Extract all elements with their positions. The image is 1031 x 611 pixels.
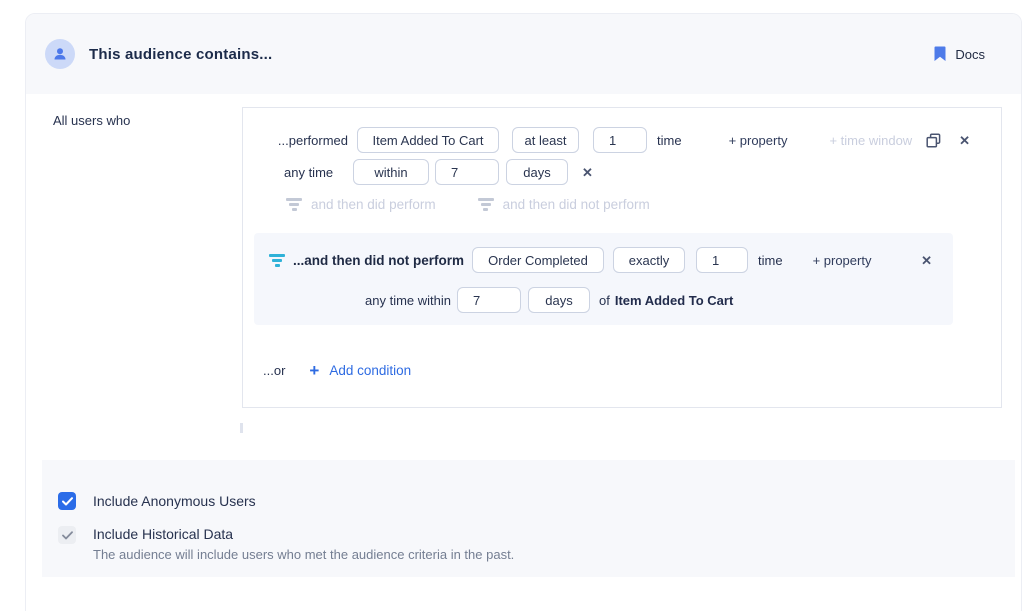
audience-builder-page: This audience contains... Docs All users…	[0, 0, 1031, 611]
subcondition-row: ...and then did not perform Order Comple…	[254, 247, 953, 273]
duplicate-button[interactable]	[926, 133, 941, 148]
funnel-icon	[269, 254, 285, 267]
time-label: time	[657, 133, 682, 148]
include-historical-label: Include Historical Data	[93, 526, 514, 542]
remove-time-window-button[interactable]: ✕	[582, 166, 593, 179]
remove-subcondition-button[interactable]: ✕	[921, 254, 932, 267]
subcondition-label: ...and then did not perform	[293, 253, 464, 268]
funnel-icon	[286, 198, 302, 211]
plus-icon: +	[309, 362, 319, 379]
sub-count-input[interactable]	[696, 247, 748, 273]
check-icon	[62, 531, 73, 540]
followup-options-row: and then did perform and then did not pe…	[243, 196, 1001, 212]
sub-any-time-within-label: any time within	[364, 293, 451, 308]
user-icon	[52, 46, 68, 62]
all-users-who-label: All users who	[53, 113, 130, 128]
historical-text-block: Include Historical Data The audience wil…	[93, 526, 514, 562]
check-icon	[62, 497, 73, 506]
docs-button[interactable]: Docs	[934, 46, 985, 62]
remove-condition-button[interactable]: ✕	[959, 134, 970, 147]
add-time-window-button[interactable]: + time window	[829, 133, 912, 148]
window-count-input[interactable]	[435, 159, 499, 185]
options-panel: Include Anonymous Users Include Historic…	[42, 460, 1015, 577]
any-time-label: any time	[284, 165, 331, 180]
bookmark-icon	[934, 46, 946, 62]
and-then-did-perform-option[interactable]: and then did perform	[311, 197, 436, 212]
avatar	[45, 39, 75, 69]
sub-operator-select-button[interactable]: exactly	[613, 247, 685, 273]
funnel-icon	[478, 198, 494, 211]
historical-data-row: Include Historical Data The audience wil…	[58, 526, 514, 562]
include-historical-check	[58, 526, 76, 544]
include-historical-description: The audience will include users who met …	[93, 547, 514, 562]
of-event-label: Item Added To Cart	[615, 293, 733, 308]
event-select-button[interactable]: Item Added To Cart	[357, 127, 499, 153]
within-select-button[interactable]: within	[353, 159, 429, 185]
subcondition-window-row: any time within days of Item Added To Ca…	[254, 287, 953, 313]
include-anonymous-checkbox[interactable]	[58, 492, 76, 510]
condition-card: ...performed Item Added To Cart at least…	[242, 107, 1002, 408]
anonymous-users-row: Include Anonymous Users	[58, 492, 256, 510]
unit-select-button[interactable]: days	[506, 159, 568, 185]
performed-row: ...performed Item Added To Cart at least…	[243, 127, 1001, 153]
connector-tick	[240, 423, 243, 433]
operator-select-button[interactable]: at least	[512, 127, 579, 153]
performed-label: ...performed	[273, 133, 348, 148]
sub-unit-select-button[interactable]: days	[528, 287, 590, 313]
add-property-button[interactable]: + property	[729, 133, 788, 148]
time-window-row: any time within days ✕	[243, 159, 1001, 185]
count-input[interactable]	[593, 127, 647, 153]
page-title: This audience contains...	[89, 46, 272, 63]
audience-header: This audience contains... Docs	[26, 14, 1021, 94]
sub-event-select-button[interactable]: Order Completed	[472, 247, 604, 273]
sub-window-count-input[interactable]	[457, 287, 521, 313]
and-then-did-not-perform-option[interactable]: and then did not perform	[503, 197, 650, 212]
or-label: ...or	[263, 363, 285, 378]
sub-add-property-button[interactable]: + property	[813, 253, 872, 268]
subcondition-card: ...and then did not perform Order Comple…	[254, 233, 953, 325]
duplicate-icon	[926, 133, 941, 148]
add-condition-button[interactable]: Add condition	[329, 363, 411, 378]
docs-label: Docs	[955, 47, 985, 62]
or-row: ...or + Add condition	[263, 362, 411, 379]
include-anonymous-label: Include Anonymous Users	[93, 493, 256, 509]
of-label: of	[599, 293, 610, 308]
sub-time-label: time	[758, 253, 783, 268]
